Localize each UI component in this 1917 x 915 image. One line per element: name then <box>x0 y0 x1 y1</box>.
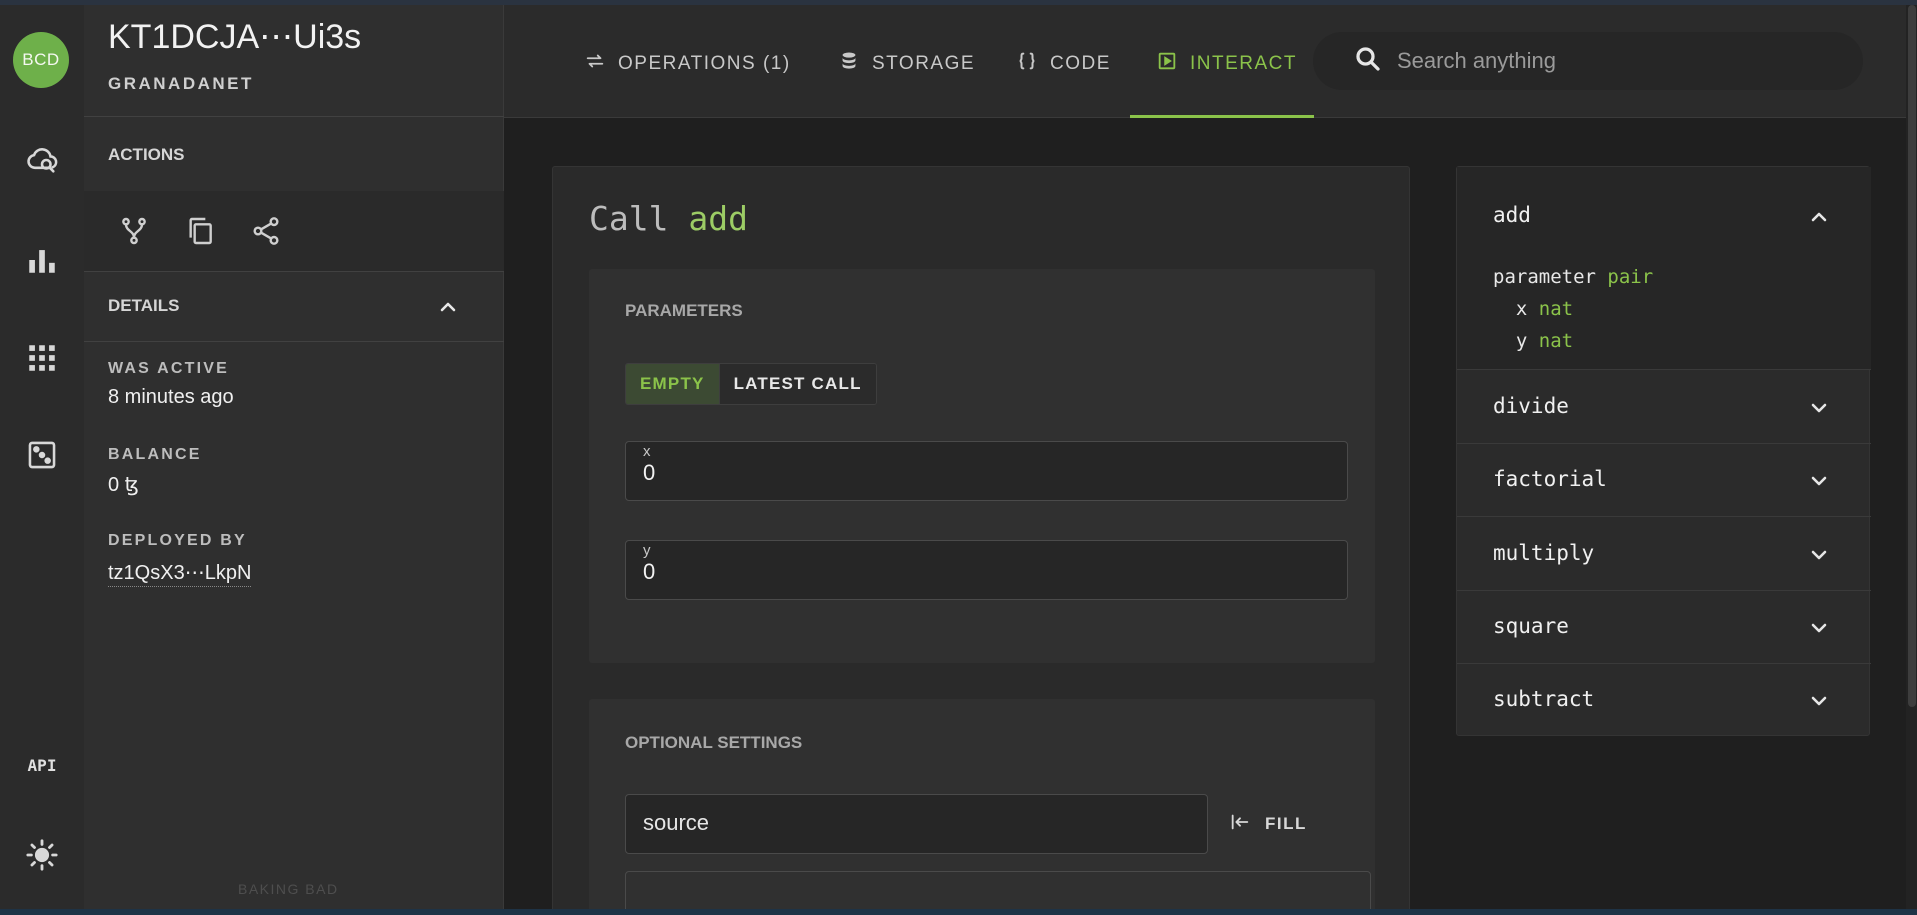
copy-icon[interactable] <box>180 211 220 251</box>
field-value[interactable]: 0 <box>643 559 655 585</box>
actions-toolbar <box>84 191 504 271</box>
dice-icon[interactable] <box>18 431 66 479</box>
was-active-label: WAS ACTIVE <box>108 360 229 377</box>
parameters-card: PARAMETERS EMPTY LATEST CALL x 0 y 0 <box>589 269 1375 663</box>
entrypoint-name: add <box>1493 203 1531 227</box>
apps-grid-icon[interactable] <box>18 334 66 382</box>
fork-icon[interactable] <box>114 211 154 251</box>
actions-heading: ACTIONS <box>108 145 185 164</box>
param-y-field[interactable]: y 0 <box>625 540 1348 600</box>
stats-chart-icon[interactable] <box>18 236 66 284</box>
play-box-icon <box>1156 50 1178 78</box>
api-link[interactable]: API <box>18 741 66 789</box>
page-scrollbar-thumb[interactable] <box>1908 5 1916 707</box>
entrypoint-name: multiply <box>1493 541 1595 565</box>
field-label: y <box>643 542 651 559</box>
entrypoint-multiply[interactable]: multiply <box>1457 517 1871 591</box>
bcd-logo[interactable]: BCD <box>13 32 69 88</box>
contract-sidebar: KT1DCJA⋯Ui3s GRANADANET ACTIONS DETAILS … <box>84 5 504 909</box>
optional-settings-card: OPTIONAL SETTINGS source FILL <box>589 699 1375 915</box>
tab-interact[interactable]: INTERACT <box>1156 39 1297 89</box>
main-content: Call add PARAMETERS EMPTY LATEST CALL x … <box>504 118 1917 915</box>
divider <box>84 271 504 272</box>
tab-label: INTERACT <box>1190 53 1297 74</box>
share-icon[interactable] <box>246 211 286 251</box>
chevron-down-icon[interactable] <box>1807 543 1831 567</box>
divider <box>84 341 504 342</box>
entrypoint-name: subtract <box>1493 687 1595 711</box>
fill-label: FILL <box>1265 814 1307 833</box>
divider <box>84 116 504 117</box>
search-input[interactable] <box>1397 48 1837 74</box>
explore-cloud-icon[interactable] <box>18 136 66 184</box>
optional-settings-heading: OPTIONAL SETTINGS <box>625 733 803 752</box>
tab-label: OPERATIONS (1) <box>618 53 791 74</box>
search-bar[interactable] <box>1313 32 1863 90</box>
entrypoint-subtract[interactable]: subtract <box>1457 664 1871 737</box>
source-placeholder: source <box>643 810 710 835</box>
fill-button[interactable]: FILL <box>1229 804 1307 844</box>
was-active-value: 8 minutes ago <box>108 386 234 408</box>
search-icon <box>1353 44 1383 79</box>
entrypoint-name: factorial <box>1493 467 1607 491</box>
tab-code[interactable]: CODE <box>1016 39 1111 89</box>
chevron-down-icon[interactable] <box>1807 616 1831 640</box>
entrypoint-signature: parameter pair x nat y nat <box>1493 266 1654 352</box>
tab-storage[interactable]: STORAGE <box>838 39 975 89</box>
parameters-mode-toggle: EMPTY LATEST CALL <box>625 363 877 405</box>
tab-label: STORAGE <box>872 53 976 74</box>
chevron-down-icon[interactable] <box>1807 396 1831 420</box>
deployer-address-link[interactable]: tz1QsX3⋯LkpN <box>108 562 252 587</box>
theme-sun-icon[interactable] <box>18 831 66 879</box>
network-label: GRANADANET <box>108 74 254 93</box>
entrypoint-factorial[interactable]: factorial <box>1457 444 1871 517</box>
param-x-field[interactable]: x 0 <box>625 441 1348 501</box>
entrypoint-divide[interactable]: divide <box>1457 370 1871 444</box>
call-card: Call add PARAMETERS EMPTY LATEST CALL x … <box>552 166 1410 915</box>
window-bottom-bar <box>0 909 1917 915</box>
braces-icon <box>1016 50 1038 78</box>
swap-arrows-icon <box>584 50 606 78</box>
deployed-by-label: DEPLOYED BY <box>108 532 247 549</box>
entrypoint-name: divide <box>1493 394 1569 418</box>
entrypoint-name: square <box>1493 614 1569 638</box>
nav-rail: BCD API <box>0 5 84 909</box>
parameters-heading: PARAMETERS <box>625 301 743 320</box>
field-label: x <box>643 443 651 460</box>
entrypoints-panel: add parameter pair x nat y nat divide fa… <box>1456 166 1871 737</box>
arrow-to-left-icon <box>1229 811 1251 838</box>
balance-value: 0 ꜩ <box>108 474 139 496</box>
call-entrypoint-name: add <box>688 199 748 238</box>
tab-operations[interactable]: OPERATIONS (1) <box>584 39 791 89</box>
tab-label: CODE <box>1050 53 1111 74</box>
entrypoint-add[interactable]: add parameter pair x nat y nat <box>1457 167 1871 370</box>
source-field[interactable]: source <box>625 794 1208 854</box>
field-value[interactable]: 0 <box>643 460 655 486</box>
chevron-up-icon[interactable] <box>1807 205 1831 229</box>
details-heading[interactable]: DETAILS <box>108 296 179 316</box>
database-icon <box>838 50 860 78</box>
chevron-down-icon[interactable] <box>1807 689 1831 713</box>
call-title: Call add <box>589 199 748 238</box>
call-prefix: Call <box>589 199 669 238</box>
empty-toggle-button[interactable]: EMPTY <box>626 364 719 404</box>
chevron-down-icon[interactable] <box>1807 469 1831 493</box>
top-header: OPERATIONS (1) STORAGE CODE INTERACT <box>504 5 1917 118</box>
footer-credit[interactable]: BAKING BAD <box>238 881 339 897</box>
contract-address-title[interactable]: KT1DCJA⋯Ui3s <box>108 17 361 57</box>
latest-call-toggle-button[interactable]: LATEST CALL <box>718 364 876 404</box>
entrypoint-square[interactable]: square <box>1457 591 1871 664</box>
balance-label: BALANCE <box>108 446 202 463</box>
chevron-up-icon[interactable] <box>436 295 460 319</box>
